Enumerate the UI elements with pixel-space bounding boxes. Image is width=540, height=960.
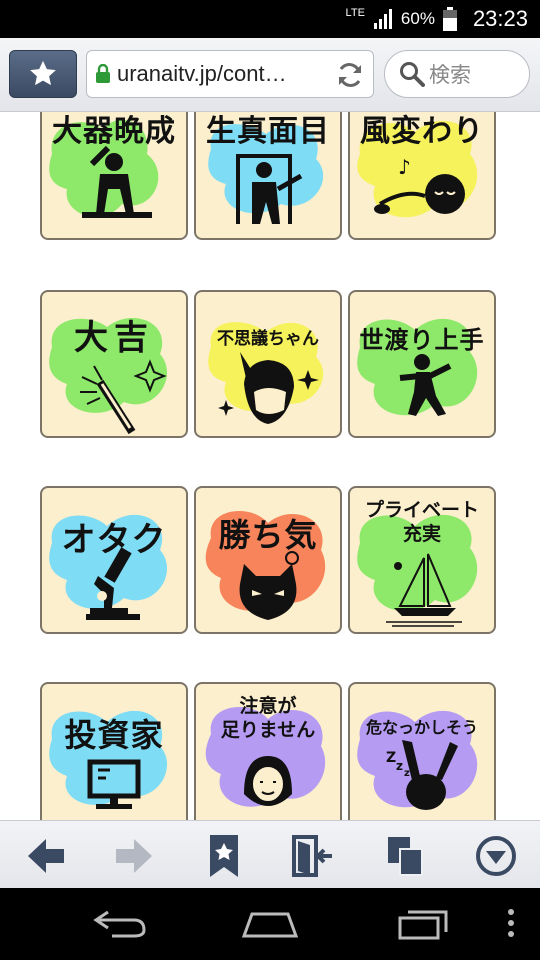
status-bar: LTE 60% 23:23 (0, 0, 540, 38)
tile-label-line1: 注意が (239, 695, 297, 717)
battery-icon (442, 7, 457, 31)
tile-label: 大吉 (74, 318, 154, 358)
lock-icon (96, 64, 110, 83)
tile-private-juujitsu[interactable]: プライベート 充実 (348, 486, 496, 634)
page-content: 大器晩成 生真面目 ♪ 風変わり 大吉 不思議ちゃん 世渡り上手 オタク 勝ち気… (0, 112, 540, 820)
svg-text:z: z (396, 759, 403, 773)
tile-label: 世渡り上手 (359, 326, 485, 354)
tile-label: 不思議ちゃん (217, 329, 319, 349)
tile-kimajime[interactable]: 生真面目 (194, 112, 342, 240)
nav-recents-icon[interactable] (396, 906, 450, 940)
tile-taiki-bansei[interactable]: 大器晩成 (40, 112, 188, 240)
signal-icon (373, 9, 392, 29)
nav-back-icon[interactable] (92, 906, 148, 940)
forward-arrow-icon[interactable] (112, 835, 156, 877)
reload-icon[interactable] (335, 60, 365, 90)
svg-text:♪: ♪ (398, 155, 411, 179)
battery-percent: 60% (400, 9, 435, 28)
tile-abunakkashisou[interactable]: Z z z 危なっかしそう (348, 682, 496, 820)
system-nav-bar (0, 888, 540, 960)
tile-illustration (208, 322, 324, 424)
tile-otaku[interactable]: オタク (40, 486, 188, 634)
clock: 23:23 (472, 6, 528, 31)
tile-illustration (357, 318, 478, 416)
exit-door-icon[interactable] (290, 835, 334, 877)
search-icon (400, 62, 425, 87)
tile-kachiki[interactable]: 勝ち気 (194, 486, 342, 634)
browser-bottom-bar (0, 820, 540, 888)
tile-fushigi-chan[interactable]: 不思議ちゃん (194, 290, 342, 438)
tile-toushika[interactable]: 投資家 (40, 682, 188, 820)
browser-toolbar: uranaitv.jp/cont… 検索 (0, 38, 540, 112)
tile-label: オタク (61, 520, 167, 560)
tile-label: 風変わり (360, 114, 484, 149)
tile-label: 大器晩成 (52, 114, 176, 149)
svg-text:z: z (404, 768, 410, 779)
tile-label: プライベート 充実 (350, 498, 494, 546)
bookmark-button[interactable] (9, 50, 77, 98)
tile-daikichi[interactable]: 大吉 (40, 290, 188, 438)
address-bar[interactable]: uranaitv.jp/cont… (86, 50, 374, 98)
network-type: LTE (345, 7, 365, 19)
tile-label-line1: プライベート (364, 499, 479, 521)
bookmark-icon[interactable] (202, 835, 246, 877)
tabs-icon[interactable] (384, 835, 428, 877)
tile-label: 生真面目 (206, 114, 330, 149)
star-icon (30, 60, 56, 86)
nav-home-icon[interactable] (240, 906, 300, 940)
menu-dropdown-icon[interactable] (474, 835, 518, 877)
search-input[interactable]: 検索 (384, 50, 530, 98)
tile-fugawari[interactable]: ♪ 風変わり (348, 112, 496, 240)
tile-label-line2: 足りません (220, 719, 316, 741)
nav-overflow-icon[interactable] (506, 906, 516, 940)
svg-text:Z: Z (386, 750, 396, 766)
tile-label: 勝ち気 (218, 516, 318, 554)
tile-label: 危なっかしそう (365, 718, 478, 737)
url-text: uranaitv.jp/cont… (117, 61, 287, 86)
tile-label: 注意が 足りません (196, 694, 340, 742)
search-placeholder: 検索 (429, 63, 471, 87)
tile-label: 投資家 (64, 716, 164, 754)
tile-chui-ga-tarimasen[interactable]: 注意が 足りません (194, 682, 342, 820)
tile-label-line2: 充実 (402, 523, 441, 545)
back-arrow-icon[interactable] (24, 835, 68, 877)
tile-yowatari-jozu[interactable]: 世渡り上手 (348, 290, 496, 438)
tile-illustration: Z z z (357, 710, 478, 810)
